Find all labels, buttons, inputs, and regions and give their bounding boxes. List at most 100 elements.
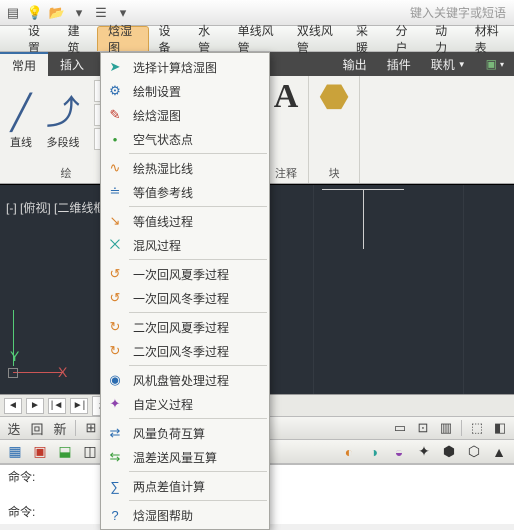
viewport-label[interactable]: [-] [俯视] [二维线框 bbox=[6, 199, 105, 216]
vt-last[interactable]: ►| bbox=[70, 398, 88, 414]
bulb-icon[interactable]: 💡 bbox=[26, 4, 44, 22]
menu-item-2[interactable]: ✎绘焓湿图 bbox=[101, 103, 269, 127]
tb3-5[interactable]: ◐ bbox=[338, 442, 360, 462]
tb3-6[interactable]: ◑ bbox=[363, 442, 385, 462]
menu-item-3[interactable]: •空气状态点 bbox=[101, 127, 269, 151]
block-button[interactable]: ⬣ bbox=[319, 80, 349, 114]
menu-double-duct[interactable]: 双线风管 bbox=[287, 26, 346, 51]
menu-item-label: 绘热湿比线 bbox=[133, 160, 193, 177]
annotate-icon: A bbox=[274, 80, 299, 114]
menu-item-18[interactable]: ✦自定义过程 bbox=[101, 392, 269, 416]
menu-water-pipe[interactable]: 水管 bbox=[188, 26, 228, 51]
polyline-icon: ⤴ bbox=[46, 96, 80, 130]
menu-item-icon: ➤ bbox=[105, 57, 125, 77]
menu-item-8[interactable]: ↘ 等值线过程 bbox=[101, 209, 269, 233]
ribbon-tab-online[interactable]: 联机▼ bbox=[421, 52, 476, 76]
annotate-button[interactable]: A bbox=[274, 80, 299, 114]
menu-item-icon: ↻ bbox=[105, 341, 125, 361]
tb3-3[interactable]: ⬓ bbox=[54, 442, 76, 462]
menu-item-label: 等值参考线 bbox=[133, 184, 193, 201]
menu-building[interactable]: 建筑 bbox=[58, 26, 98, 51]
menu-item-6[interactable]: ≐等值参考线 bbox=[101, 180, 269, 204]
qa-save-icon[interactable]: ▾ bbox=[70, 4, 88, 22]
vt-next[interactable]: ► bbox=[26, 398, 44, 414]
line-button[interactable]: ╱ 直线 bbox=[10, 96, 32, 150]
menu-item-11[interactable]: ↺一次回风夏季过程 bbox=[101, 262, 269, 286]
menu-item-17[interactable]: ◉风机盘管处理过程 bbox=[101, 368, 269, 392]
menu-item-label: 温差送风量互算 bbox=[133, 449, 217, 466]
menu-psychrometric[interactable]: 焓湿图 bbox=[97, 26, 148, 51]
menu-item-20[interactable]: ⇄风量负荷互算 bbox=[101, 421, 269, 445]
tb3-10[interactable]: ⬡ bbox=[463, 442, 485, 462]
menu-household[interactable]: 分户 bbox=[386, 26, 426, 51]
tb3-11[interactable]: ▲ bbox=[488, 442, 510, 462]
line-label: 直线 bbox=[10, 134, 32, 150]
menu-single-duct[interactable]: 单线风管 bbox=[228, 26, 287, 51]
menu-item-25[interactable]: ?焓湿图帮助 bbox=[101, 503, 269, 527]
group-annotate-label: 注释 bbox=[275, 165, 297, 181]
vt-prev[interactable]: ◄ bbox=[4, 398, 22, 414]
menu-equipment[interactable]: 设备 bbox=[149, 26, 189, 51]
ribbon-tab-home[interactable]: 常用 bbox=[0, 52, 48, 76]
menu-item-icon: ↺ bbox=[105, 288, 125, 308]
menu-item-label: 一次回风冬季过程 bbox=[133, 290, 229, 307]
menu-item-5[interactable]: ∿ 绘热湿比线 bbox=[101, 156, 269, 180]
menu-item-21[interactable]: ⇆温差送风量互算 bbox=[101, 445, 269, 469]
menu-item-icon: ↻ bbox=[105, 317, 125, 337]
tb3-2[interactable]: ▣ bbox=[29, 442, 51, 462]
cursor-v bbox=[363, 189, 364, 249]
menu-item-icon: ✦ bbox=[105, 394, 125, 414]
menu-heating[interactable]: 采暖 bbox=[346, 26, 386, 51]
menu-item-14[interactable]: ↻二次回风夏季过程 bbox=[101, 315, 269, 339]
qa-open-icon[interactable]: 📂 bbox=[48, 4, 66, 22]
menu-item-label: 一次回风夏季过程 bbox=[133, 266, 229, 283]
menu-separator bbox=[129, 206, 267, 207]
menu-separator bbox=[129, 153, 267, 154]
tb3-1[interactable]: ▦ bbox=[4, 442, 26, 462]
menu-separator bbox=[129, 259, 267, 260]
menu-item-icon: ↘ bbox=[105, 211, 125, 231]
nav-btn-2[interactable]: 回 bbox=[27, 419, 47, 437]
menu-item-12[interactable]: ↺ 一次回风冬季过程 bbox=[101, 286, 269, 310]
line-icon: ╱ bbox=[11, 96, 31, 130]
menu-materials[interactable]: 材料表 bbox=[465, 26, 514, 51]
search-placeholder[interactable]: 键入关键字或短语 bbox=[402, 0, 514, 25]
ribbon-group-annotate: A 注释 bbox=[264, 76, 310, 183]
menu-item-9[interactable]: ⨉混风过程 bbox=[101, 233, 269, 257]
ribbon-tab-extra[interactable]: ▣▾ bbox=[476, 52, 514, 76]
menu-item-1[interactable]: ⚙绘制设置 bbox=[101, 79, 269, 103]
menu-settings[interactable]: 设置 bbox=[18, 26, 58, 51]
menu-item-23[interactable]: ∑ 两点差值计算 bbox=[101, 474, 269, 498]
nav-btn-r4[interactable]: ⬚ bbox=[467, 419, 487, 437]
menu-item-icon: ∑ bbox=[105, 476, 125, 496]
nav-btn-r3[interactable]: ▥ bbox=[436, 419, 456, 437]
ribbon-tab-output[interactable]: 输出 bbox=[333, 52, 377, 76]
menu-power[interactable]: 动力 bbox=[425, 26, 465, 51]
nav-btn-4[interactable]: ⊞ bbox=[81, 419, 101, 437]
qa-print-icon[interactable]: ☰ bbox=[92, 4, 110, 22]
qa-more-icon[interactable]: ▾ bbox=[114, 4, 132, 22]
group-draw-label: 绘 bbox=[61, 165, 72, 181]
polyline-button[interactable]: ⤴ 多段线 bbox=[46, 96, 80, 150]
nav-btn-r5[interactable]: ◧ bbox=[490, 419, 510, 437]
menu-item-icon: ✎ bbox=[105, 105, 125, 125]
ribbon-tab-plugin[interactable]: 插件 bbox=[377, 52, 421, 76]
menu-item-15[interactable]: ↻ 二次回风冬季过程 bbox=[101, 339, 269, 363]
tb3-9[interactable]: ⬢ bbox=[438, 442, 460, 462]
tb3-4[interactable]: ◫ bbox=[79, 442, 101, 462]
nav-btn-r2[interactable]: ⊡ bbox=[413, 419, 433, 437]
menu-item-label: 两点差值计算 bbox=[133, 478, 205, 495]
vt-first[interactable]: |◄ bbox=[48, 398, 66, 414]
menu-item-0[interactable]: ➤选择计算焓湿图 bbox=[101, 55, 269, 79]
tb3-7[interactable]: ◒ bbox=[388, 442, 410, 462]
menu-item-label: 等值线过程 bbox=[133, 213, 193, 230]
ribbon-tab-insert[interactable]: 插入 bbox=[48, 52, 96, 76]
tb3-8[interactable]: ✦ bbox=[413, 442, 435, 462]
menu-item-icon: ∿ bbox=[105, 158, 125, 178]
nav-btn-3[interactable]: 新 bbox=[50, 419, 70, 437]
menu-separator bbox=[129, 312, 267, 313]
nav-btn-1[interactable]: 迭 bbox=[4, 419, 24, 437]
menu-item-icon: ◉ bbox=[105, 370, 125, 390]
nav-btn-r1[interactable]: ▭ bbox=[390, 419, 410, 437]
menu-item-label: 二次回风冬季过程 bbox=[133, 343, 229, 360]
